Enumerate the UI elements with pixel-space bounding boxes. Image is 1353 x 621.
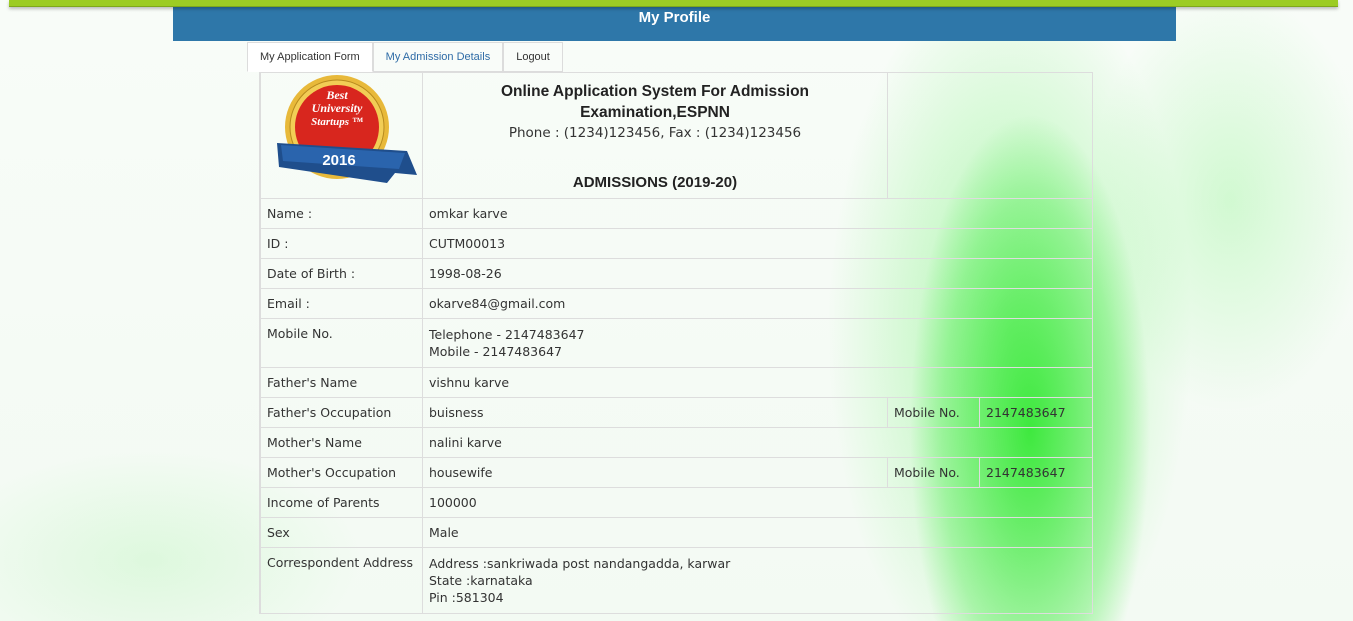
logo-cell: Best University Startups ™ 2016 — [260, 72, 423, 199]
top-accent-bar — [9, 0, 1338, 7]
dob-label: Date of Birth : — [260, 258, 423, 289]
table-row: ID : CUTM00013 — [260, 228, 1093, 259]
table-row: Father's Name vishnu karve — [260, 367, 1093, 398]
photo-cell — [887, 72, 1093, 199]
organization-heading: Online Application System For Admission … — [422, 72, 888, 199]
profile-table: Best University Startups ™ 2016 Online A… — [260, 72, 1093, 614]
table-row: Name : omkar karve — [260, 198, 1093, 229]
father-name-value: vishnu karve — [422, 367, 1093, 398]
address-line: Address :sankriwada post nandangadda, ka… — [429, 556, 731, 571]
mobile-number-value: Mobile - 2147483647 — [429, 344, 562, 359]
table-row: Date of Birth : 1998-08-26 — [260, 258, 1093, 289]
table-row: Mother's Name nalini karve — [260, 427, 1093, 458]
table-row: Income of Parents 100000 — [260, 487, 1093, 518]
name-value: omkar karve — [422, 198, 1093, 229]
tab-bar: My Application Form My Admission Details… — [247, 42, 563, 72]
organization-contact: Phone : (1234)123456, Fax : (1234)123456 — [508, 125, 802, 141]
table-row: Mobile No. Telephone - 2147483647 Mobile… — [260, 318, 1093, 368]
application-form-sheet: Best University Startups ™ 2016 Online A… — [259, 72, 1093, 614]
mobile-value: Telephone - 2147483647 Mobile - 21474836… — [422, 318, 1093, 368]
id-label: ID : — [260, 228, 423, 259]
father-mobile-value: 2147483647 — [979, 397, 1093, 428]
tab-my-application-form[interactable]: My Application Form — [247, 42, 373, 72]
state-line: State :karnataka — [429, 573, 533, 588]
table-row: Sex Male — [260, 517, 1093, 548]
mother-mobile-label: Mobile No. — [887, 457, 980, 488]
logo-text-startups: Startups ™ — [311, 116, 363, 128]
page-title: My Profile — [638, 9, 711, 26]
address-label: Correspondent Address — [260, 547, 423, 614]
income-label: Income of Parents — [260, 487, 423, 518]
dob-value: 1998-08-26 — [422, 258, 1093, 289]
mother-name-label: Mother's Name — [260, 427, 423, 458]
sex-value: Male — [422, 517, 1093, 548]
logo-text-university: University — [311, 101, 362, 115]
admissions-year: ADMISSIONS (2019-20) — [572, 174, 738, 191]
tab-logout[interactable]: Logout — [503, 42, 563, 72]
father-mobile-label: Mobile No. — [887, 397, 980, 428]
telephone-value: Telephone - 2147483647 — [429, 327, 585, 342]
best-university-startups-logo: Best University Startups ™ 2016 — [276, 75, 417, 183]
mother-occupation-value: housewife — [422, 457, 888, 488]
address-value: Address :sankriwada post nandangadda, ka… — [422, 547, 1093, 614]
logo-text-best: Best — [325, 88, 348, 102]
father-occupation-label: Father's Occupation — [260, 397, 423, 428]
email-label: Email : — [260, 288, 423, 319]
id-value: CUTM00013 — [422, 228, 1093, 259]
table-row: Email : okarve84@gmail.com — [260, 288, 1093, 319]
mother-name-value: nalini karve — [422, 427, 1093, 458]
mobile-label: Mobile No. — [260, 318, 423, 368]
pin-line: Pin :581304 — [429, 590, 504, 605]
tab-my-admission-details[interactable]: My Admission Details — [372, 42, 504, 72]
table-row: Correspondent Address Address :sankriwad… — [260, 547, 1093, 614]
father-occupation-value: buisness — [422, 397, 888, 428]
table-row: Mother's Occupation housewife Mobile No.… — [260, 457, 1093, 488]
father-name-label: Father's Name — [260, 367, 423, 398]
sex-label: Sex — [260, 517, 423, 548]
table-row: Father's Occupation buisness Mobile No. … — [260, 397, 1093, 428]
email-value: okarve84@gmail.com — [422, 288, 1093, 319]
header-row: Best University Startups ™ 2016 Online A… — [260, 72, 1093, 199]
organization-name: Online Application System For Admission … — [500, 83, 810, 121]
mother-occupation-label: Mother's Occupation — [260, 457, 423, 488]
name-label: Name : — [260, 198, 423, 229]
mother-mobile-value: 2147483647 — [979, 457, 1093, 488]
income-value: 100000 — [422, 487, 1093, 518]
logo-text-year: 2016 — [322, 152, 355, 169]
